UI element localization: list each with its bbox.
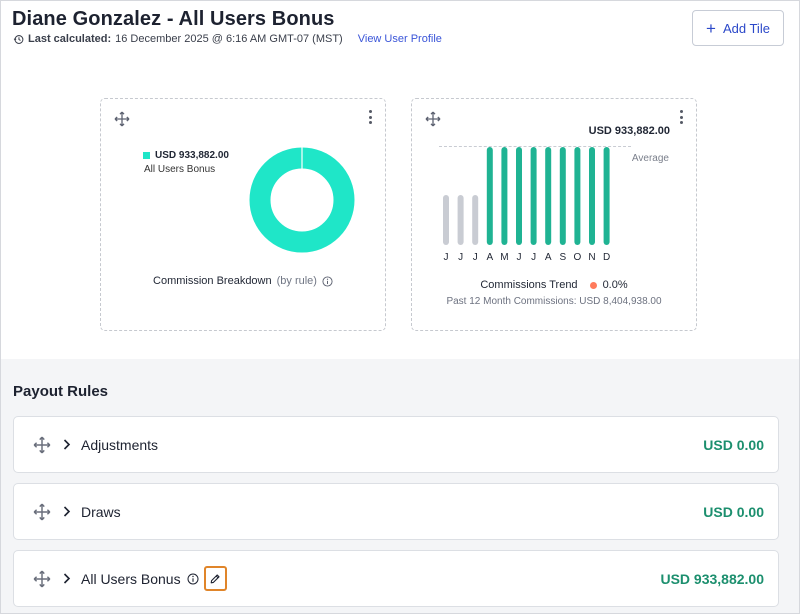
last-calculated-value: 16 December 2025 @ 6:16 AM GMT-07 (MST) bbox=[115, 33, 343, 45]
breakdown-caption-suffix: (by rule) bbox=[276, 275, 317, 287]
chevron-right-icon[interactable] bbox=[63, 506, 71, 517]
add-tile-label: Add Tile bbox=[722, 20, 770, 36]
chevron-right-icon[interactable] bbox=[63, 573, 71, 584]
payout-rule-row-adjustments[interactable]: Adjustments USD 0.00 bbox=[13, 416, 779, 473]
trend-month-label-3: A bbox=[486, 252, 493, 263]
trend-month-label-4: M bbox=[500, 252, 508, 263]
trend-caption: Commissions Trend 0.0% bbox=[412, 279, 696, 291]
commissions-trend-tile: USD 933,882.00 Average JJJAMJJASOND Comm… bbox=[411, 98, 697, 331]
bonus-page: Diane Gonzalez - All Users Bonus Last ca… bbox=[0, 0, 800, 614]
payout-rules-title: Payout Rules bbox=[13, 383, 109, 400]
last-calculated-label: Last calculated: bbox=[28, 33, 112, 45]
chevron-right-icon[interactable] bbox=[63, 439, 71, 450]
history-clock-icon bbox=[13, 34, 24, 44]
trend-month-label-0: J bbox=[444, 252, 449, 263]
trend-bar-9 bbox=[574, 147, 581, 245]
rule-name: All Users Bonus bbox=[81, 570, 181, 587]
trend-bar-2 bbox=[472, 195, 479, 245]
add-tile-button[interactable]: + Add Tile bbox=[692, 10, 784, 46]
trend-change-dot bbox=[589, 281, 597, 289]
legend-swatch bbox=[143, 152, 150, 159]
drag-move-icon[interactable] bbox=[114, 111, 130, 127]
trend-month-label-7: A bbox=[545, 252, 552, 263]
trend-month-label-9: O bbox=[574, 252, 582, 263]
trend-bar-4 bbox=[501, 147, 508, 245]
rule-amount: USD 0.00 bbox=[703, 436, 764, 453]
drag-move-icon[interactable] bbox=[33, 503, 51, 521]
trend-month-label-11: D bbox=[603, 252, 610, 263]
trend-month-label-8: S bbox=[559, 252, 566, 263]
payout-rule-row-draws[interactable]: Draws USD 0.00 bbox=[13, 483, 779, 540]
breakdown-caption-title: Commission Breakdown bbox=[153, 275, 272, 287]
donut-segment-all-users-bonus bbox=[249, 147, 355, 253]
trend-change-value: 0.0% bbox=[602, 279, 628, 291]
info-icon[interactable] bbox=[187, 573, 199, 585]
breakdown-donut-chart bbox=[249, 147, 355, 253]
last-calculated-line: Last calculated: 16 December 2025 @ 6:16… bbox=[13, 33, 442, 45]
trend-bar-6 bbox=[530, 147, 537, 245]
legend-name: All Users Bonus bbox=[144, 164, 216, 175]
trend-bar-0 bbox=[443, 195, 449, 245]
page-title: Diane Gonzalez - All Users Bonus bbox=[12, 8, 335, 30]
commission-breakdown-tile: USD 933,882.00 All Users Bonus Commissio… bbox=[100, 98, 386, 331]
rule-name: Draws bbox=[81, 503, 121, 520]
trend-month-label-10: N bbox=[588, 252, 595, 263]
rule-name: Adjustments bbox=[81, 436, 159, 453]
trend-caption-title: Commissions Trend bbox=[480, 279, 578, 291]
rule-amount: USD 0.00 bbox=[703, 503, 764, 520]
info-icon[interactable] bbox=[322, 275, 333, 287]
trend-month-label-6: J bbox=[531, 252, 536, 263]
trend-bar-10 bbox=[589, 147, 595, 245]
trend-bar-1 bbox=[457, 195, 464, 245]
trend-bar-11 bbox=[603, 147, 610, 245]
tile-menu-icon[interactable] bbox=[369, 110, 373, 124]
trend-bar-3 bbox=[486, 147, 493, 245]
trend-subtitle: Past 12 Month Commissions: USD 8,404,938… bbox=[446, 296, 662, 307]
trend-bar-5 bbox=[516, 147, 522, 245]
trend-month-label-5: J bbox=[517, 252, 522, 263]
view-user-profile-link[interactable]: View User Profile bbox=[358, 33, 442, 45]
breakdown-legend: USD 933,882.00 All Users Bonus bbox=[143, 150, 229, 175]
breakdown-caption: Commission Breakdown (by rule) bbox=[101, 275, 385, 287]
plus-icon: + bbox=[706, 18, 716, 38]
edit-rule-button[interactable] bbox=[203, 566, 227, 591]
payout-rule-row-all-users-bonus[interactable]: All Users Bonus USD 933,882.00 bbox=[13, 550, 779, 607]
pencil-icon bbox=[210, 573, 220, 583]
trend-bar-8 bbox=[559, 147, 566, 245]
trend-bar-chart: JJJAMJJASOND bbox=[443, 147, 610, 263]
legend-value: USD 933,882.00 bbox=[155, 150, 229, 161]
trend-month-label-1: J bbox=[458, 252, 463, 263]
rule-amount: USD 933,882.00 bbox=[660, 570, 764, 587]
drag-move-icon[interactable] bbox=[33, 436, 51, 454]
drag-move-icon[interactable] bbox=[33, 570, 51, 588]
trend-month-label-2: J bbox=[473, 252, 478, 263]
trend-bar-7 bbox=[545, 147, 552, 245]
